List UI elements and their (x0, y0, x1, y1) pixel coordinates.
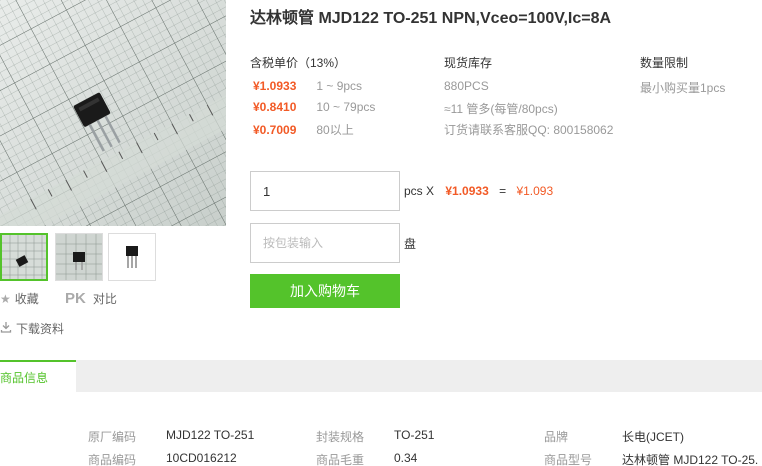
equals-sign: = (499, 184, 507, 198)
spec-value: 达林顿管 MJD122 TO-25. (622, 453, 759, 466)
calc-total: ¥1.093 (516, 184, 554, 198)
thumbnail-1[interactable] (0, 233, 48, 281)
favorite-action[interactable]: ★ 收藏 (0, 290, 39, 307)
pk-icon: PK (65, 290, 86, 307)
spec-label: 商品毛重 (316, 453, 365, 466)
compare-action[interactable]: PK 对比 (65, 290, 117, 307)
price-value: ¥0.8410 (253, 100, 297, 114)
download-action[interactable]: 下载资料 (0, 320, 64, 337)
quantity-input[interactable] (250, 171, 400, 211)
product-title: 达林顿管 MJD122 TO-251 NPN,Vceo=100V,Ic=8A (250, 10, 612, 27)
download-label: 下载资料 (16, 322, 65, 336)
qty-range: 10 ~ 79pcs (316, 100, 376, 114)
tab-product-info[interactable]: 商品信息 (0, 360, 76, 392)
stock-header: 现货库存 (444, 56, 493, 70)
spec-value: 长电(JCET) (622, 430, 684, 444)
min-purchase: 最小购买量1pcs (640, 81, 726, 95)
product-photo-transistor-on-ruler (0, 0, 226, 226)
thumbnail-3[interactable] (108, 233, 156, 281)
pack-quantity-input[interactable] (250, 223, 400, 263)
spec-label: 封装规格 (316, 430, 365, 444)
price-calculation: pcs X ¥1.0933 = ¥1.093 (404, 184, 553, 198)
spec-value: 10CD016212 (166, 451, 237, 465)
price-tier-3: ¥0.7009 80以上 (253, 121, 354, 138)
quantity-unit: pcs X (404, 184, 435, 198)
qty-range: 1 ~ 9pcs (316, 79, 363, 93)
thumb-white-background (109, 234, 155, 280)
add-to-cart-button[interactable]: 加入购物车 (250, 274, 400, 308)
calc-unit-price: ¥1.0933 (445, 184, 489, 198)
limit-header: 数量限制 (640, 56, 689, 70)
thumbnail-2[interactable] (55, 233, 103, 281)
price-tier-1: ¥1.0933 1 ~ 9pcs (253, 79, 362, 93)
thumb-grid-side-view (56, 234, 102, 280)
price-value: ¥0.7009 (253, 123, 297, 137)
stock-tubes: ≈11 管多(每管/80pcs) (444, 102, 558, 116)
price-header: 含税单价（13%） (250, 56, 347, 70)
spec-label: 商品型号 (544, 453, 593, 466)
price-value: ¥1.0933 (253, 79, 297, 93)
spec-label: 原厂编码 (88, 430, 137, 444)
download-icon (0, 321, 12, 336)
stock-quantity: 880PCS (444, 79, 489, 93)
pack-unit: 盘 (404, 237, 417, 251)
thumb-grid-top-view (2, 235, 46, 279)
spec-label: 品牌 (544, 430, 569, 444)
qty-range: 80以上 (316, 123, 354, 137)
favorite-label: 收藏 (14, 292, 39, 306)
star-icon: ★ (0, 291, 11, 306)
price-tier-2: ¥0.8410 10 ~ 79pcs (253, 100, 375, 114)
spec-value: 0.34 (394, 451, 418, 465)
spec-label: 商品编码 (88, 453, 137, 466)
spec-value: MJD122 TO-251 (166, 428, 255, 442)
product-main-image (0, 0, 226, 226)
tab-bar: 商品信息 (0, 360, 762, 392)
stock-contact: 订货请联系客服QQ: 800158062 (444, 123, 614, 137)
compare-label: 对比 (92, 292, 117, 306)
spec-value: TO-251 (394, 428, 435, 442)
